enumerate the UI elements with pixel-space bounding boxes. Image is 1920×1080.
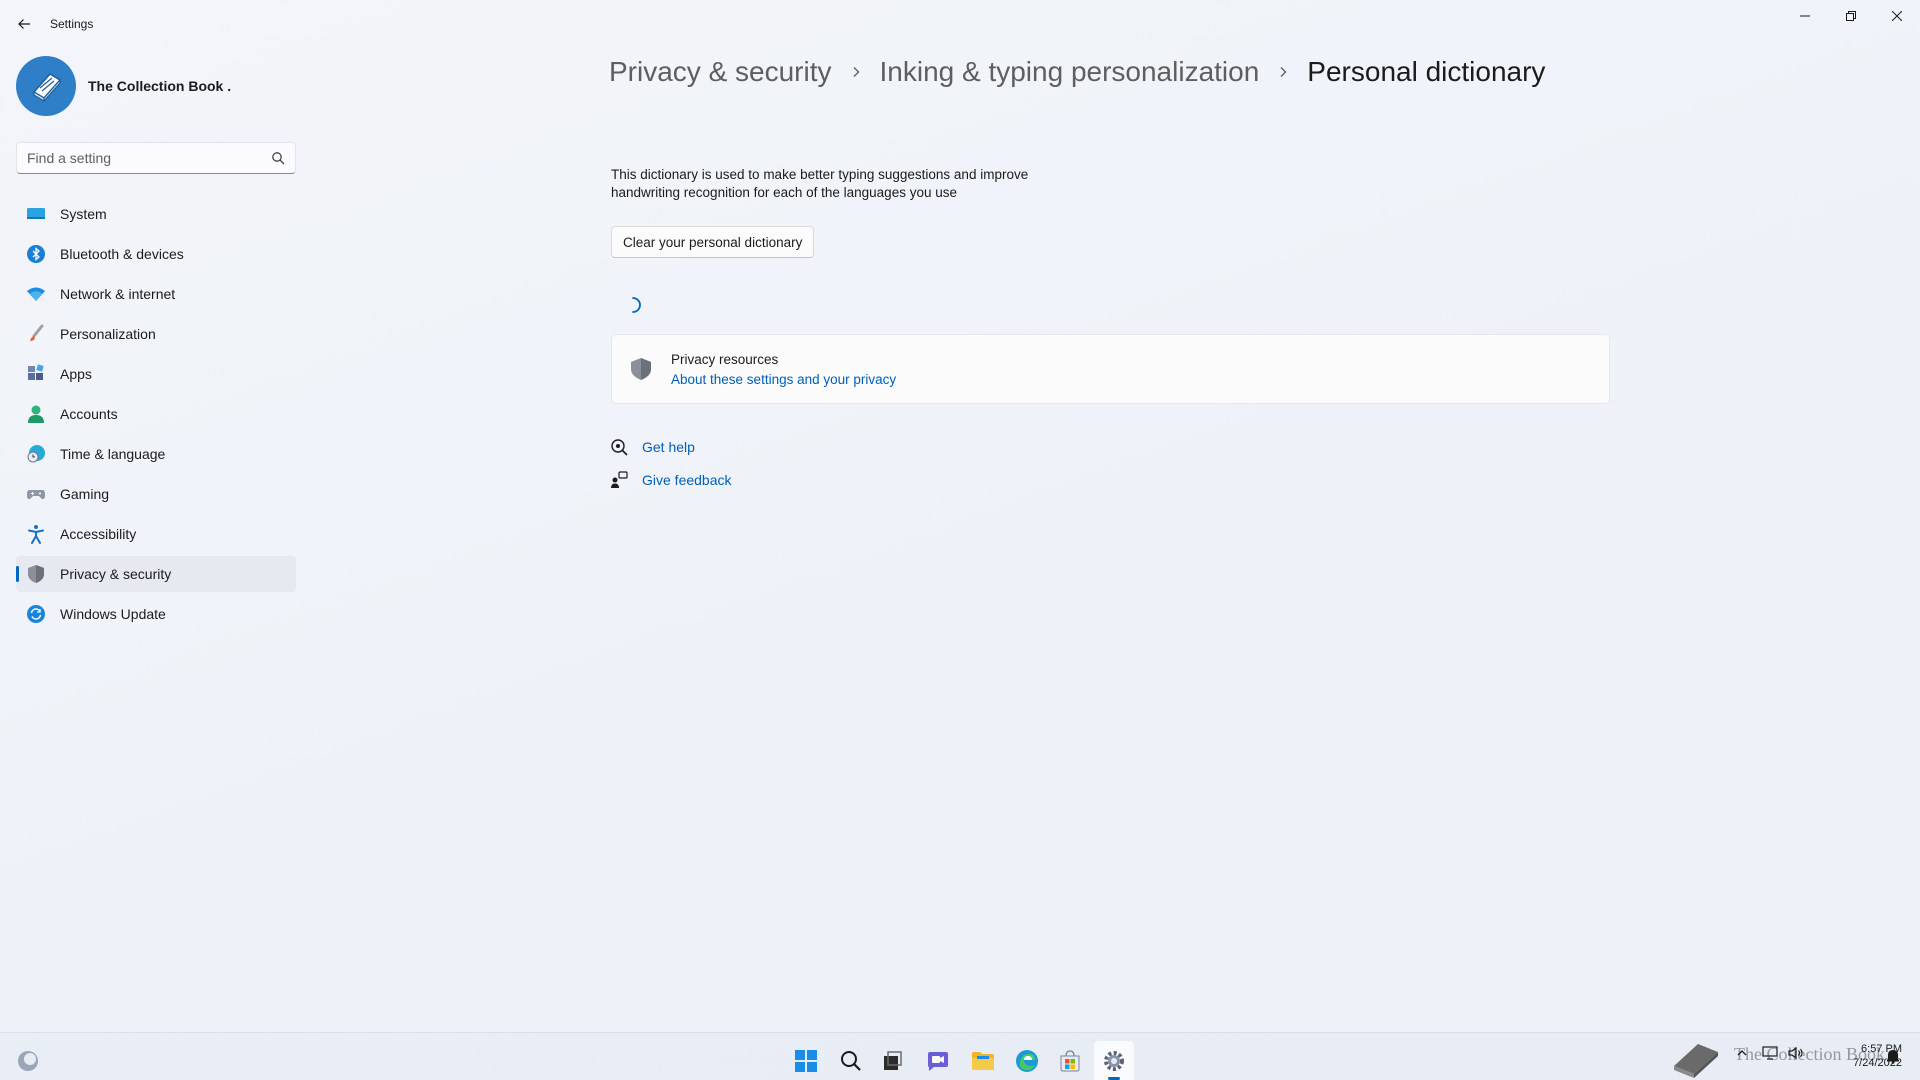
sidebar-item-accounts[interactable]: Accounts xyxy=(16,396,296,432)
chat-button[interactable] xyxy=(918,1041,958,1080)
privacy-resources-card: Privacy resources About these settings a… xyxy=(611,334,1610,404)
sidebar-item-privacy-security[interactable]: Privacy & security xyxy=(16,556,296,592)
file-explorer-button[interactable] xyxy=(963,1041,1003,1080)
wifi-icon xyxy=(26,284,46,304)
display-icon[interactable] xyxy=(1762,1046,1778,1060)
profile[interactable]: The Collection Book . xyxy=(16,56,231,116)
back-button[interactable] xyxy=(10,10,38,38)
app-title: Settings xyxy=(50,17,94,31)
search-box[interactable] xyxy=(16,142,296,174)
taskbar-search-button[interactable] xyxy=(831,1041,871,1080)
shield-icon xyxy=(631,358,651,380)
sidebar-item-label: Privacy & security xyxy=(60,566,172,582)
sidebar-item-label: Bluetooth & devices xyxy=(60,246,184,262)
sidebar-item-gaming[interactable]: Gaming xyxy=(16,476,296,512)
privacy-settings-link[interactable]: About these settings and your privacy xyxy=(671,372,896,387)
notification-icon[interactable] xyxy=(1885,1048,1901,1064)
shield-icon xyxy=(26,564,46,584)
sidebar-item-label: System xyxy=(60,206,107,222)
widgets-icon xyxy=(18,1051,38,1071)
avatar xyxy=(16,56,76,116)
minimize-icon xyxy=(1800,15,1810,17)
system-tray xyxy=(1736,1046,1804,1060)
give-feedback-row[interactable]: Give feedback xyxy=(610,471,732,489)
sidebar-item-label: Accessibility xyxy=(60,526,137,542)
accessibility-icon xyxy=(26,524,46,544)
store-button[interactable] xyxy=(1050,1041,1090,1080)
profile-name: The Collection Book . xyxy=(88,78,232,94)
file-explorer-icon xyxy=(972,1052,994,1070)
chat-icon xyxy=(928,1052,948,1071)
start-icon xyxy=(795,1050,817,1072)
minimize-button[interactable] xyxy=(1782,0,1828,32)
monitor-icon xyxy=(26,204,46,224)
page-description: This dictionary is used to make better t… xyxy=(611,167,1029,200)
search-icon xyxy=(841,1051,861,1071)
page-title: Personal dictionary xyxy=(1307,56,1546,87)
search-icon[interactable] xyxy=(271,151,285,165)
settings-icon xyxy=(1104,1051,1124,1071)
task-view-icon xyxy=(884,1051,902,1070)
chevron-right-icon xyxy=(853,67,859,77)
settings-taskbar-button[interactable] xyxy=(1094,1041,1134,1080)
breadcrumb-inking-typing[interactable]: Inking & typing personalization xyxy=(880,56,1260,88)
privacy-resources-title: Privacy resources xyxy=(671,352,779,367)
chevron-up-icon[interactable] xyxy=(1736,1047,1748,1059)
sidebar-item-label: Personalization xyxy=(60,326,156,342)
sidebar-item-label: Time & language xyxy=(60,446,166,462)
sidebar-item-time-language[interactable]: Time & language xyxy=(16,436,296,472)
close-icon xyxy=(1892,11,1902,21)
start-button[interactable] xyxy=(786,1041,826,1080)
book-icon xyxy=(1674,1044,1718,1078)
sidebar-item-bluetooth[interactable]: Bluetooth & devices xyxy=(16,236,296,272)
search-input[interactable] xyxy=(27,143,257,173)
sidebar-item-personalization[interactable]: Personalization xyxy=(16,316,296,352)
update-icon xyxy=(26,604,46,624)
sidebar-nav: System Bluetooth & devices Network & int… xyxy=(16,196,296,636)
sidebar-item-network[interactable]: Network & internet xyxy=(16,276,296,312)
sidebar-item-apps[interactable]: Apps xyxy=(16,356,296,392)
edge-button[interactable] xyxy=(1007,1041,1047,1080)
give-feedback-icon xyxy=(611,471,628,488)
breadcrumb: Privacy & security Inking & typing perso… xyxy=(609,56,1545,88)
clear-dictionary-button[interactable]: Clear your personal dictionary xyxy=(611,226,815,258)
chevron-right-icon xyxy=(1280,67,1287,77)
sidebar-item-accessibility[interactable]: Accessibility xyxy=(16,516,296,552)
restore-button[interactable] xyxy=(1828,0,1874,32)
globe-clock-icon xyxy=(26,444,46,464)
apps-icon xyxy=(26,364,46,384)
task-view-button[interactable] xyxy=(872,1041,912,1080)
title-bar: Settings xyxy=(0,0,1920,48)
get-help-icon xyxy=(611,439,628,456)
volume-icon[interactable] xyxy=(1788,1046,1804,1060)
sidebar-item-label: Gaming xyxy=(60,486,110,502)
edge-icon xyxy=(1016,1050,1038,1072)
restore-icon xyxy=(1846,11,1856,21)
sidebar-item-label: Accounts xyxy=(60,406,118,422)
breadcrumb-privacy-security[interactable]: Privacy & security xyxy=(609,56,832,88)
sidebar-item-label: Apps xyxy=(60,366,92,382)
get-help-row[interactable]: Get help xyxy=(610,438,695,456)
gamepad-icon xyxy=(26,484,46,504)
loading-spinner-icon xyxy=(632,297,641,313)
widgets-button[interactable] xyxy=(8,1041,48,1080)
sidebar-item-label: Windows Update xyxy=(60,606,166,622)
bluetooth-icon xyxy=(26,244,46,264)
get-help-link[interactable]: Get help xyxy=(642,439,695,455)
back-arrow-icon xyxy=(18,19,30,29)
close-button[interactable] xyxy=(1874,0,1920,32)
person-icon xyxy=(26,404,46,424)
book-icon xyxy=(32,73,62,103)
store-icon xyxy=(1060,1050,1080,1072)
sidebar-item-windows-update[interactable]: Windows Update xyxy=(16,596,296,632)
sidebar-item-label: Network & internet xyxy=(60,286,176,302)
watermark-logo xyxy=(1668,1032,1724,1080)
give-feedback-link[interactable]: Give feedback xyxy=(642,472,732,488)
taskbar xyxy=(0,1032,1920,1080)
sidebar-item-system[interactable]: System xyxy=(16,196,296,232)
brush-icon xyxy=(26,324,46,344)
